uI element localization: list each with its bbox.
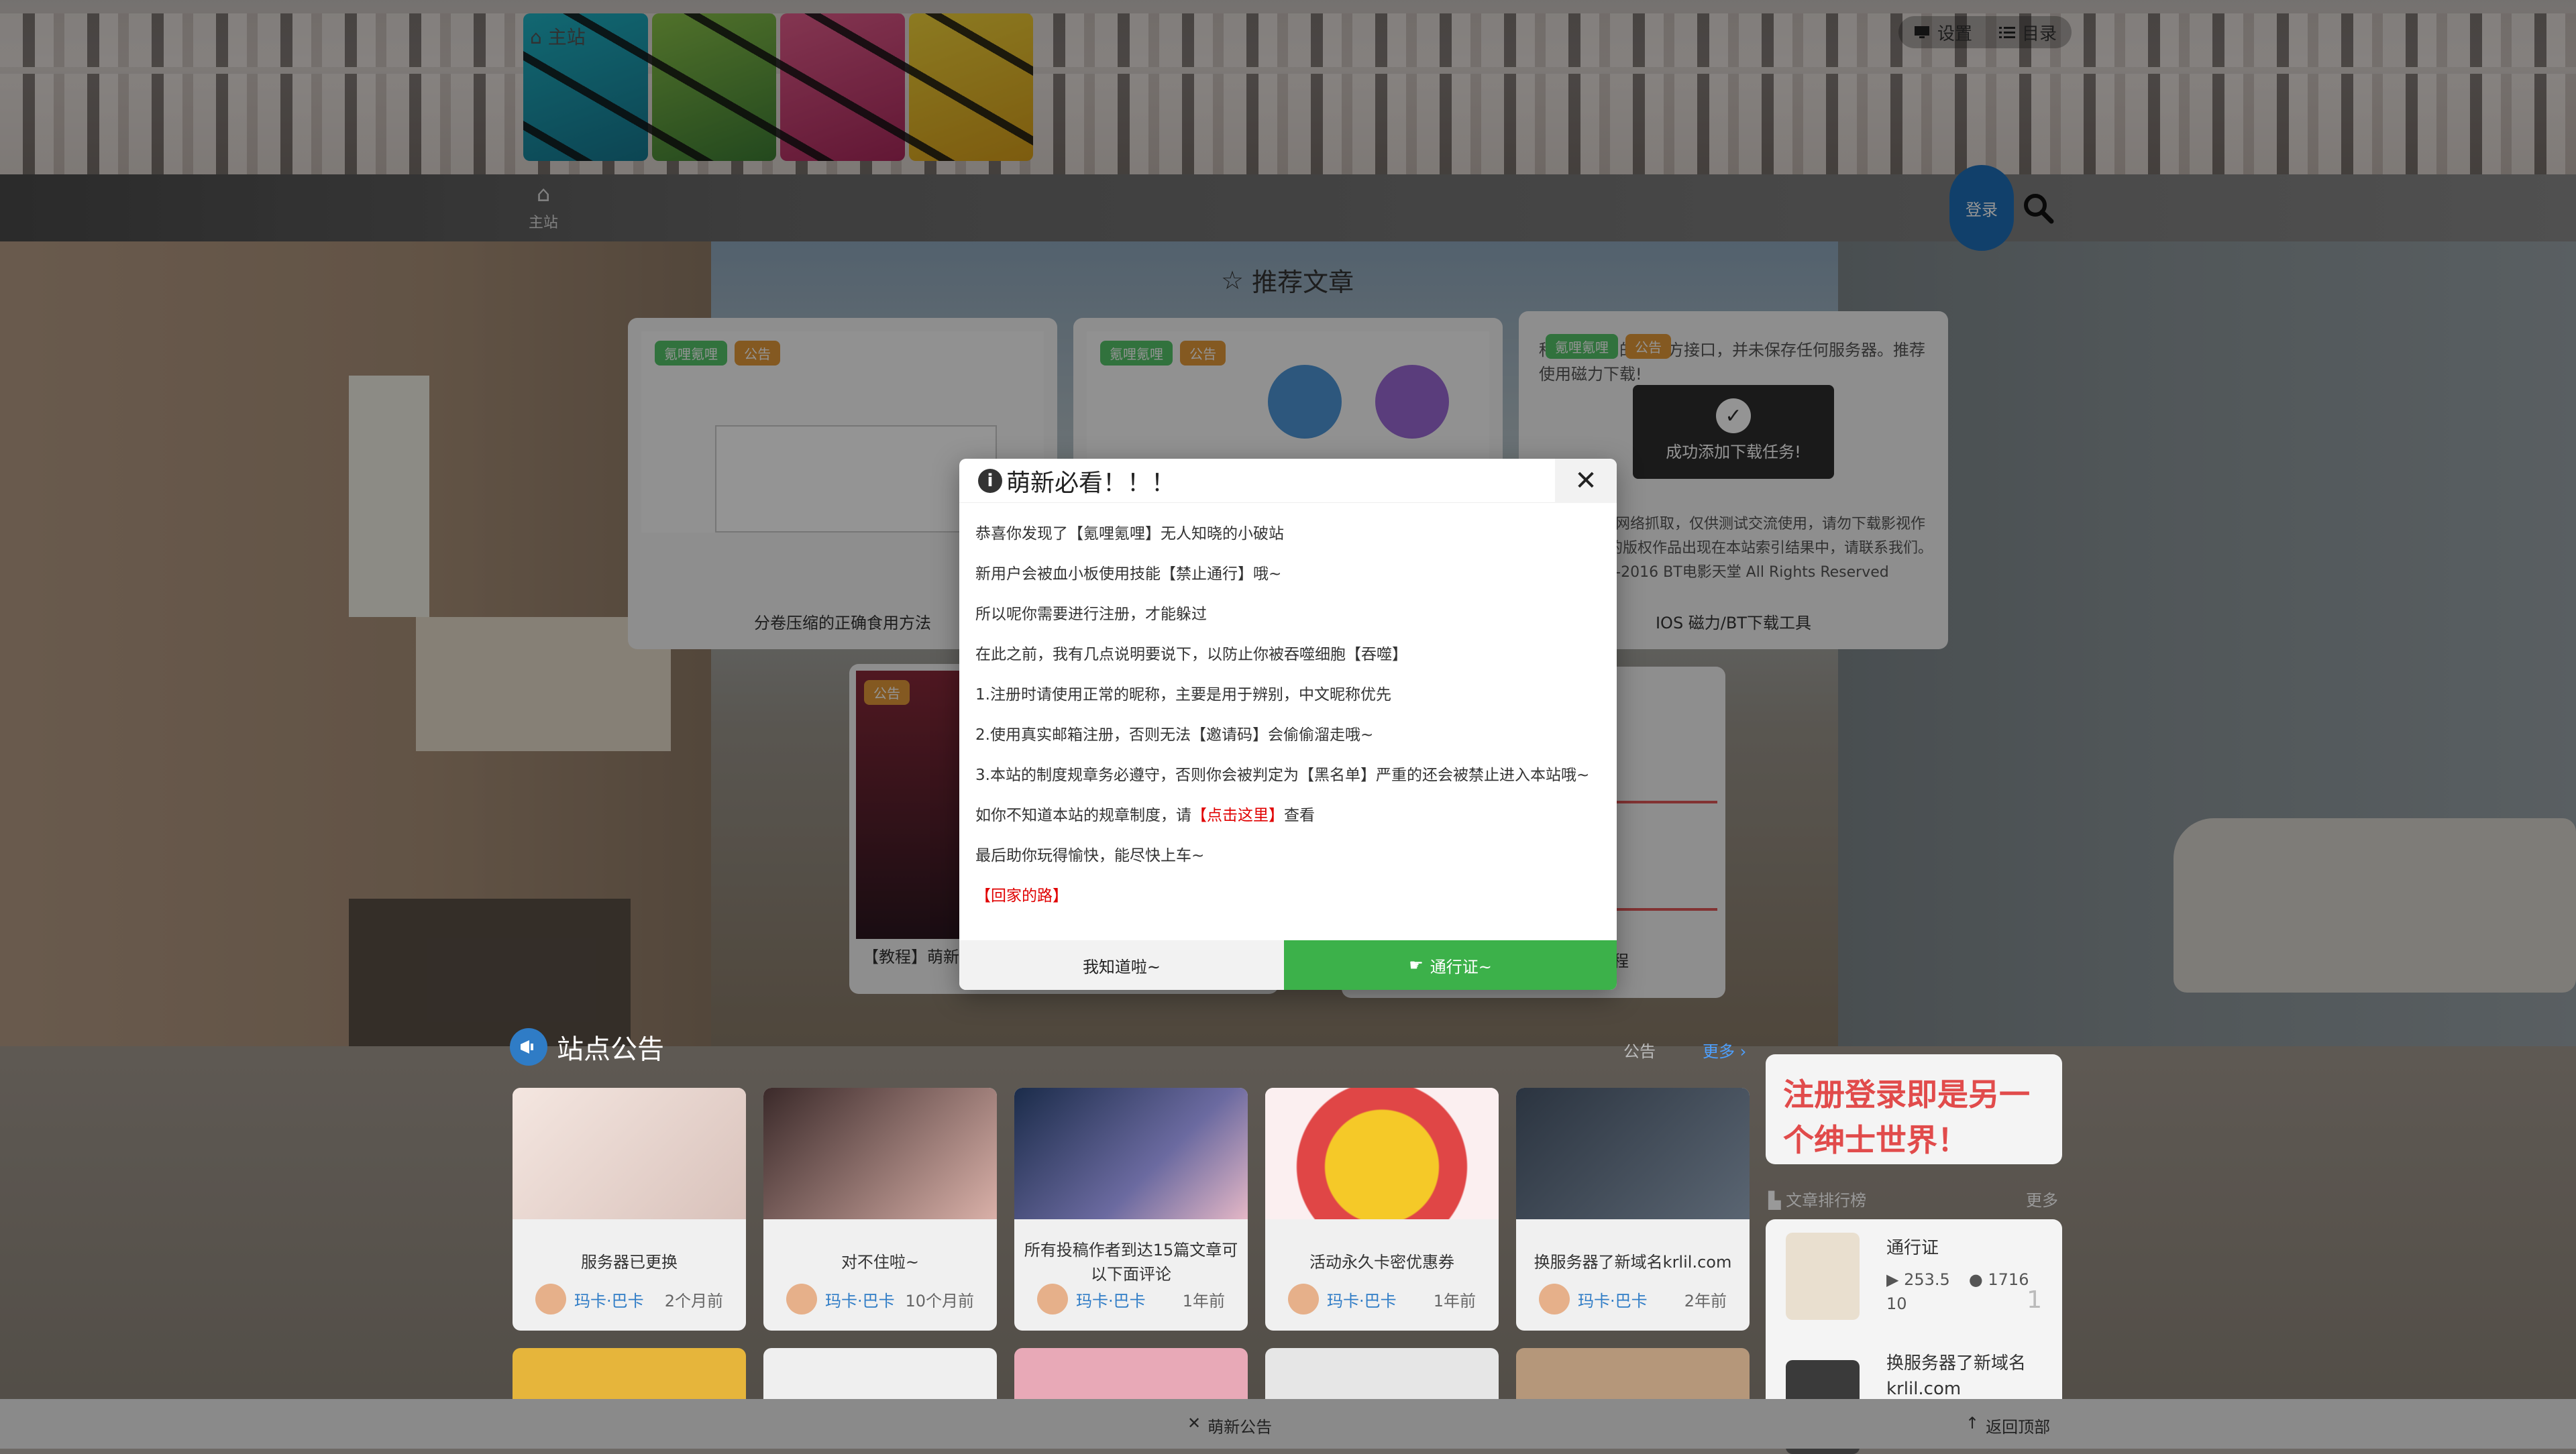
notice-card[interactable]: 服务器已更换 玛卡·巴卡 2个月前	[513, 1088, 746, 1331]
modal-line: 新用户会被血小板使用技能【禁止通行】哦~	[975, 565, 1282, 583]
modal-line: 所以呢你需要进行注册，才能躲过	[975, 606, 1207, 623]
author-link[interactable]: 玛卡·巴卡	[1327, 1288, 1434, 1311]
notices-tab[interactable]: 公告	[1623, 1038, 1656, 1062]
post-time: 2年前	[1684, 1291, 1727, 1310]
rank-more-link[interactable]: 更多	[2026, 1187, 2058, 1211]
close-icon: ✕	[1187, 1414, 1201, 1433]
megaphone-icon	[510, 1028, 547, 1066]
newbie-modal: i 萌新必看！！！ ✕ 恭喜你发现了【氪哩氪哩】无人知晓的小破站 新用户会被血小…	[959, 459, 1617, 990]
modal-line: 【回家的路】	[975, 876, 1601, 916]
rank-heading: ▙ 文章排行榜 更多	[1768, 1187, 2058, 1211]
notice-thumbnail	[1516, 1088, 1750, 1219]
modal-line: 2.使用真实邮箱注册，否则无法【邀请码】会偷偷溜走哦~	[975, 726, 1374, 744]
bottom-bar	[0, 1399, 2576, 1449]
modal-title: 萌新必看！！！	[1006, 469, 1176, 497]
notice-thumbnail	[513, 1088, 746, 1219]
modal-footer: 我知道啦~ ☛ 通行证~	[959, 940, 1617, 990]
chart-icon: ▙	[1768, 1191, 1786, 1210]
notice-card[interactable]: 换服务器了新域名krlil.com 玛卡·巴卡 2年前	[1516, 1088, 1750, 1331]
modal-body: 恭喜你发现了【氪哩氪哩】无人知晓的小破站 新用户会被血小板使用技能【禁止通行】哦…	[959, 503, 1617, 916]
register-promo[interactable]: 注册登录即是另一个绅士世界！	[1766, 1054, 2062, 1164]
rules-link[interactable]: 【点击这里】	[1191, 807, 1284, 824]
post-time: 1年前	[1182, 1291, 1225, 1310]
notice-title[interactable]: 所有投稿作者到达15篇文章可以下面评论	[1014, 1237, 1248, 1288]
notice-card[interactable]: 活动永久卡密优惠券 玛卡·巴卡 1年前	[1265, 1088, 1499, 1331]
notice-title[interactable]: 对不住啦~	[763, 1237, 997, 1288]
modal-line: 最后助你玩得愉快，能尽快上车~	[975, 847, 1205, 864]
rank-title[interactable]: 换服务器了新域名krlil.com	[1886, 1351, 2047, 1402]
modal-line: 1.注册时请使用正常的昵称，主要是用于辨别，中文昵称优先	[975, 686, 1391, 704]
notice-title[interactable]: 服务器已更换	[513, 1237, 746, 1288]
post-time: 2个月前	[664, 1291, 723, 1310]
notice-title[interactable]: 换服务器了新域名krlil.com	[1516, 1237, 1750, 1288]
hand-icon: ☛	[1409, 956, 1424, 974]
avatar[interactable]	[1037, 1284, 1068, 1315]
notices-links: 公告 更多 ›	[1623, 1038, 1746, 1062]
modal-close-button[interactable]: ✕	[1555, 459, 1617, 503]
author-link[interactable]: 玛卡·巴卡	[1578, 1288, 1684, 1311]
post-time: 10个月前	[905, 1291, 974, 1310]
more-link[interactable]: 更多 ›	[1703, 1038, 1746, 1062]
acknowledge-button[interactable]: 我知道啦~	[959, 940, 1284, 990]
notice-card[interactable]: 所有投稿作者到达15篇文章可以下面评论 玛卡·巴卡 1年前	[1014, 1088, 1248, 1331]
play-icon: ▶	[1886, 1270, 1904, 1289]
pass-button[interactable]: ☛ 通行证~	[1284, 940, 1617, 990]
avatar[interactable]	[1539, 1284, 1570, 1315]
post-time: 1年前	[1433, 1291, 1476, 1310]
avatar[interactable]	[535, 1284, 566, 1315]
author-link[interactable]: 玛卡·巴卡	[1076, 1288, 1183, 1311]
notice-thumbnail	[1014, 1088, 1248, 1219]
avatar[interactable]	[1288, 1284, 1319, 1315]
rank-thumbnail[interactable]	[1786, 1233, 1860, 1320]
notice-card[interactable]: 对不住啦~ 玛卡·巴卡 10个月前	[763, 1088, 997, 1331]
comment-icon: ●	[1968, 1270, 1988, 1289]
info-icon: i	[978, 468, 1002, 493]
modal-header: i 萌新必看！！！	[959, 459, 1617, 503]
notices-heading: 站点公告	[510, 1027, 664, 1066]
rank-number: 1	[2027, 1286, 2042, 1314]
back-to-top[interactable]: ↑ 返回顶部	[1966, 1414, 2050, 1437]
avatar[interactable]	[786, 1284, 817, 1315]
arrow-up-icon: ↑	[1966, 1414, 1980, 1433]
notice-thumbnail	[763, 1088, 997, 1219]
modal-line: 3.本站的制度规章务必遵守，否则你会被判定为【黑名单】严重的还会被禁止进入本站哦…	[975, 767, 1590, 784]
close-icon: ✕	[1574, 465, 1597, 496]
modal-line: 在此之前，我有几点说明要说下，以防止你被吞噬细胞【吞噬】	[975, 646, 1407, 663]
rank-meta: ▶ 253.5 ● 1716	[1886, 1270, 2029, 1289]
rank-title[interactable]: 通行证	[1886, 1234, 1939, 1259]
modal-line: 恭喜你发现了【氪哩氪哩】无人知晓的小破站	[975, 525, 1284, 543]
author-link[interactable]: 玛卡·巴卡	[574, 1288, 665, 1311]
home-route-link[interactable]: 【回家的路】	[975, 887, 1068, 905]
rank-extra: 10	[1886, 1294, 1907, 1313]
modal-line: 如你不知道本站的规章制度，请【点击这里】查看	[975, 807, 1315, 824]
newbie-notice-toggle[interactable]: ✕ 萌新公告	[1187, 1414, 1272, 1437]
notice-thumbnail	[1265, 1088, 1499, 1219]
author-link[interactable]: 玛卡·巴卡	[825, 1288, 905, 1311]
notice-title[interactable]: 活动永久卡密优惠券	[1265, 1237, 1499, 1288]
